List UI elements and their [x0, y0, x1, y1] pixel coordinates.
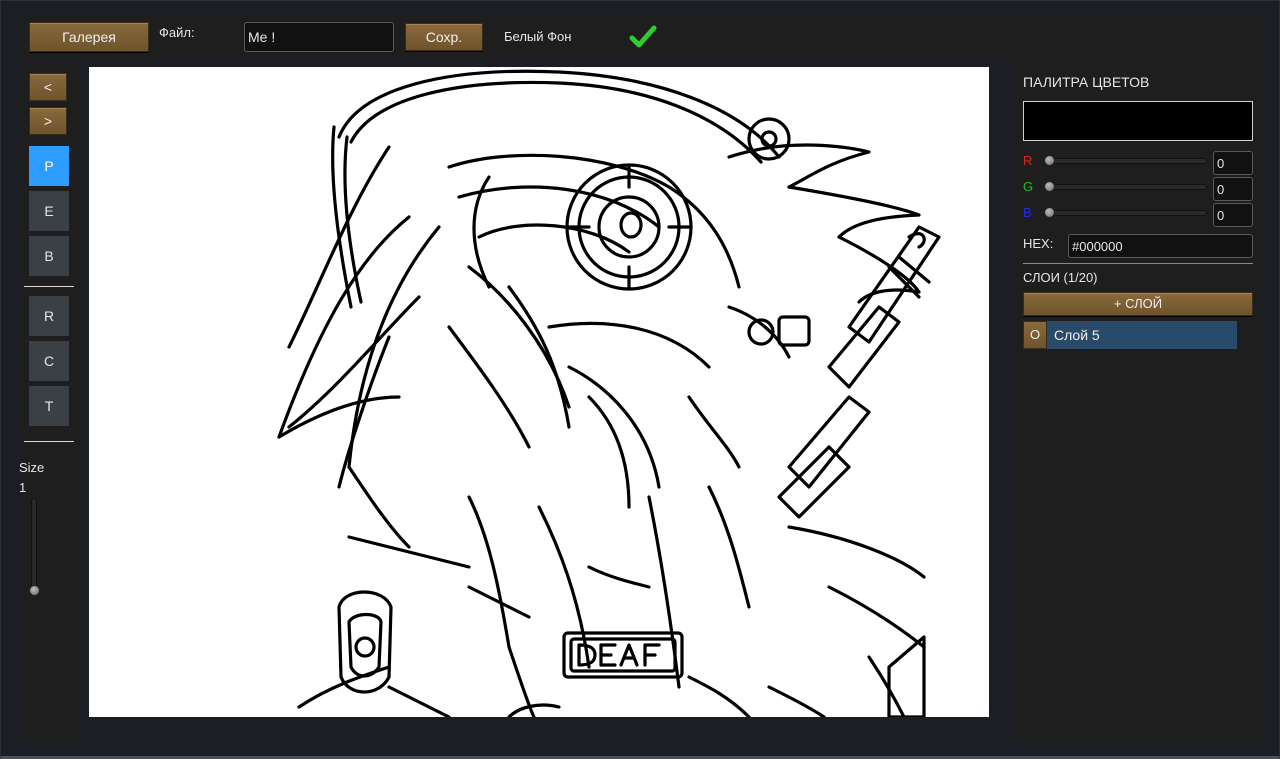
green-channel-label: G	[1023, 179, 1034, 194]
size-slider-track[interactable]	[31, 498, 37, 594]
size-value: 1	[19, 480, 27, 495]
blue-slider-handle[interactable]	[1044, 207, 1055, 218]
file-name-input[interactable]	[244, 22, 394, 52]
prev-button[interactable]: <	[29, 73, 67, 101]
red-slider-handle[interactable]	[1044, 155, 1055, 166]
next-button[interactable]: >	[29, 107, 67, 135]
drawing-canvas[interactable]	[89, 67, 989, 717]
layer-item[interactable]: O Слой 5	[1023, 321, 1237, 349]
save-button[interactable]: Сохр.	[405, 23, 483, 51]
blue-channel-label: B	[1023, 205, 1032, 220]
add-layer-button[interactable]: + СЛОЙ	[1023, 292, 1253, 316]
blue-slider-track[interactable]	[1047, 210, 1207, 216]
tool-eraser[interactable]: E	[29, 191, 69, 231]
blue-value-input[interactable]	[1213, 203, 1253, 227]
hex-input[interactable]	[1068, 234, 1253, 258]
right-panel: ПАЛИТРА ЦВЕТОВ R G B HEX: СЛОИ (1/20) + …	[1013, 62, 1263, 741]
tool-rectangle[interactable]: R	[29, 296, 69, 336]
hex-label: HEX:	[1023, 236, 1054, 251]
layer-name[interactable]: Слой 5	[1047, 321, 1237, 349]
size-label: Size	[19, 460, 45, 475]
layer-visibility-toggle[interactable]: O	[1023, 321, 1047, 349]
tool-divider	[24, 441, 74, 442]
green-value-input[interactable]	[1213, 177, 1253, 201]
gallery-button[interactable]: Галерея	[29, 22, 149, 52]
tool-circle[interactable]: C	[29, 341, 69, 381]
red-slider-track[interactable]	[1047, 158, 1207, 164]
file-label: Файл:	[159, 25, 195, 40]
white-background-label: Белый Фон	[504, 29, 572, 44]
red-value-input[interactable]	[1213, 151, 1253, 175]
line-art-drawing	[277, 69, 941, 717]
tool-divider	[24, 286, 74, 287]
app-window: Галерея Файл: Сохр. Белый Фон < > P E B …	[0, 0, 1280, 759]
checkmark-icon[interactable]	[629, 23, 657, 51]
size-slider-handle[interactable]	[29, 585, 40, 596]
tool-text[interactable]: T	[29, 386, 69, 426]
panel-divider	[1023, 263, 1253, 264]
tool-brush[interactable]: B	[29, 236, 69, 276]
red-channel-label: R	[1023, 153, 1033, 168]
top-toolbar: Галерея Файл: Сохр. Белый Фон	[19, 15, 1263, 59]
palette-title: ПАЛИТРА ЦВЕТОВ	[1023, 74, 1150, 90]
green-slider-track[interactable]	[1047, 184, 1207, 190]
tool-column: < > P E B R C T Size 1	[19, 62, 79, 741]
tool-pencil[interactable]: P	[29, 146, 69, 186]
green-slider-handle[interactable]	[1044, 181, 1055, 192]
color-preview	[1023, 101, 1253, 141]
layers-title: СЛОИ (1/20)	[1023, 270, 1098, 285]
